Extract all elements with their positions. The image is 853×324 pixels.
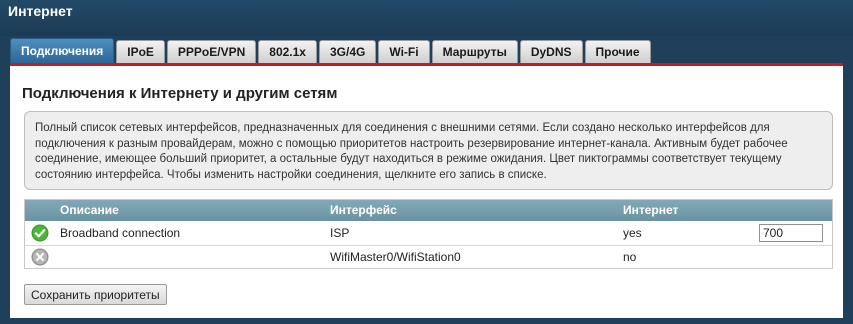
connections-table: Описание Интерфейс Интернет Broadband co… [24, 199, 833, 269]
table-row[interactable]: WifiMaster0/WifiStation0 no [25, 246, 832, 269]
top-bar: Интернет [0, 0, 853, 36]
tab-pppoe-vpn[interactable]: PPPoE/VPN [166, 40, 257, 63]
check-circle-icon [31, 224, 49, 242]
row-internet-status: no [623, 250, 637, 264]
tab-bar: Подключения IPoE PPPoE/VPN 802.1x 3G/4G … [10, 38, 651, 63]
row-description: Broadband connection [60, 226, 181, 240]
tab-dydns[interactable]: DyDNS [519, 40, 583, 63]
row-interface: WifiMaster0/WifiStation0 [330, 250, 461, 264]
tab-other[interactable]: Прочие [584, 40, 651, 63]
header-interface: Интерфейс [330, 203, 397, 217]
row-internet-status: yes [623, 226, 642, 240]
content-panel: Подключения к Интернету и другим сетям П… [10, 66, 843, 318]
header-internet: Интернет [623, 203, 679, 217]
priority-input[interactable] [759, 224, 823, 242]
tab-8021x[interactable]: 802.1x [258, 40, 317, 63]
save-priorities-button[interactable]: Сохранить приоритеты [24, 284, 167, 305]
x-circle-icon [31, 248, 49, 266]
table-row[interactable]: Broadband connection ISP yes [25, 222, 832, 246]
table-header: Описание Интерфейс Интернет [25, 200, 832, 221]
page-title: Подключения к Интернету и другим сетям [22, 85, 338, 102]
tab-3g-4g[interactable]: 3G/4G [318, 40, 377, 63]
header-description: Описание [60, 203, 119, 217]
info-box: Полный список сетевых интерфейсов, предн… [24, 111, 833, 190]
tab-ipoe[interactable]: IPoE [116, 40, 165, 63]
tab-wifi[interactable]: Wi-Fi [378, 40, 430, 63]
tab-routes[interactable]: Маршруты [431, 40, 518, 63]
row-interface: ISP [330, 226, 350, 240]
app-title: Интернет [8, 3, 73, 19]
tab-connections[interactable]: Подключения [10, 38, 115, 63]
